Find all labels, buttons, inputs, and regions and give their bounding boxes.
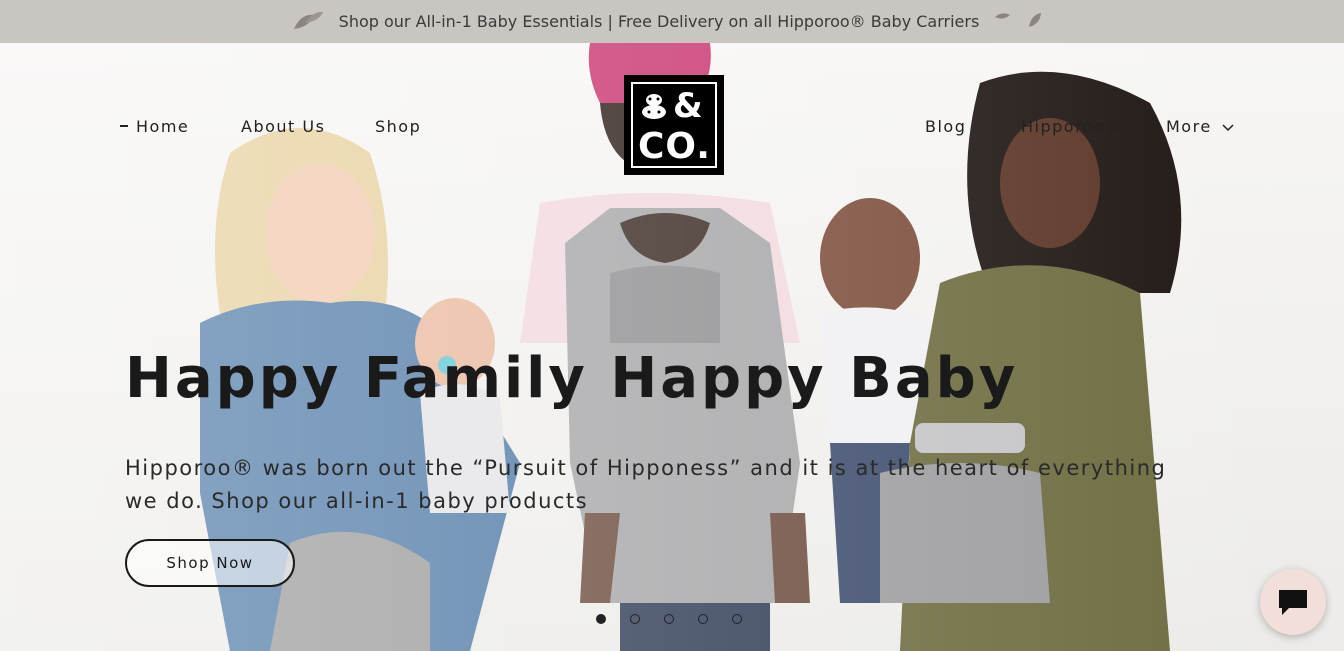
chat-launcher-button[interactable] bbox=[1260, 569, 1326, 635]
nav-home[interactable]: Home bbox=[136, 117, 189, 136]
active-nav-indicator bbox=[120, 125, 128, 127]
hippo-icon bbox=[642, 94, 666, 119]
brand-logo[interactable]: & CO. bbox=[624, 75, 724, 175]
nav-more[interactable]: More bbox=[1166, 117, 1234, 136]
logo-co: CO. bbox=[638, 126, 711, 167]
carousel-dot[interactable] bbox=[630, 614, 640, 624]
logo-ampersand: & bbox=[673, 86, 703, 126]
carousel-dot[interactable] bbox=[732, 614, 742, 624]
carousel-dots bbox=[596, 614, 742, 624]
leaf-icon bbox=[993, 9, 1053, 35]
chat-bubble-icon bbox=[1279, 590, 1307, 615]
hero-headline: Happy Family Happy Baby bbox=[125, 346, 1019, 411]
nav-blog[interactable]: Blog bbox=[925, 117, 966, 136]
shop-now-button[interactable]: Shop Now bbox=[125, 539, 295, 587]
hero-banner: Home About Us Shop Blog Hipporoo® More &… bbox=[0, 43, 1344, 651]
leaf-icon bbox=[291, 9, 325, 35]
carousel-dot[interactable] bbox=[596, 614, 606, 624]
hero-subcopy: Hipporoo® was born out the “Pursuit of H… bbox=[125, 456, 1167, 513]
nav-more-label: More bbox=[1166, 117, 1212, 136]
announcement-bar: Shop our All-in-1 Baby Essentials | Free… bbox=[0, 0, 1344, 44]
nav-shop[interactable]: Shop bbox=[375, 117, 421, 136]
nav-hipporoo[interactable]: Hipporoo® bbox=[1021, 117, 1123, 136]
chevron-down-icon bbox=[1222, 124, 1234, 132]
nav-about-us[interactable]: About Us bbox=[241, 117, 325, 136]
announcement-text: Shop our All-in-1 Baby Essentials | Free… bbox=[338, 12, 980, 31]
carousel-dot[interactable] bbox=[664, 614, 674, 624]
carousel-dot[interactable] bbox=[698, 614, 708, 624]
